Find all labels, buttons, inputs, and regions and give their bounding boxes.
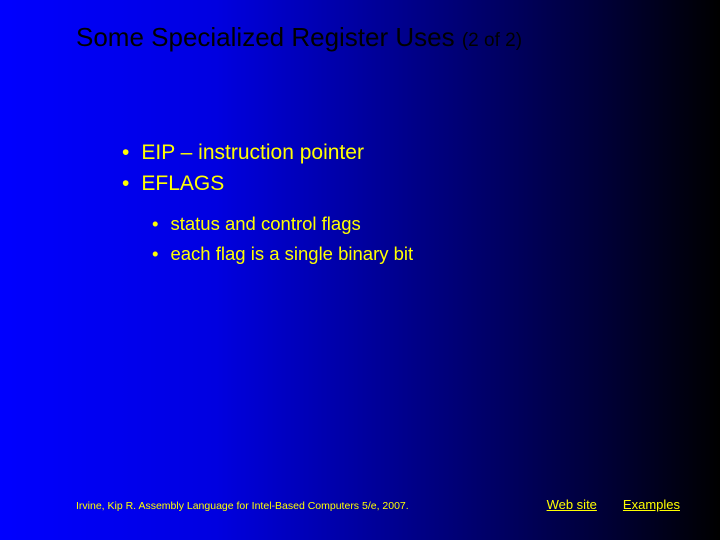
bullet-text: each flag is a single binary bit: [170, 243, 413, 264]
title-sub: (2 of 2): [462, 30, 522, 51]
bullet-level1: EIP – instruction pointer: [112, 138, 413, 167]
bullet-level2: each flag is a single binary bit: [112, 241, 413, 267]
footer-citation: Irvine, Kip R. Assembly Language for Int…: [76, 500, 547, 512]
slide-body: EIP – instruction pointer EFLAGS status …: [112, 138, 413, 271]
footer-links: Web site Examples: [547, 497, 680, 512]
slide-title: Some Specialized Register Uses (2 of 2): [76, 22, 522, 53]
bullet-text: EIP – instruction pointer: [141, 141, 364, 164]
bullet-level1: EFLAGS: [112, 169, 413, 198]
sub-bullets: status and control flags each flag is a …: [112, 211, 413, 267]
web-site-link[interactable]: Web site: [547, 497, 597, 512]
bullet-text: EFLAGS: [141, 172, 224, 195]
slide-footer: Irvine, Kip R. Assembly Language for Int…: [76, 497, 680, 512]
examples-link[interactable]: Examples: [623, 497, 680, 512]
bullet-text: status and control flags: [170, 213, 360, 234]
title-main: Some Specialized Register Uses: [76, 22, 462, 52]
bullet-level2: status and control flags: [112, 211, 413, 237]
